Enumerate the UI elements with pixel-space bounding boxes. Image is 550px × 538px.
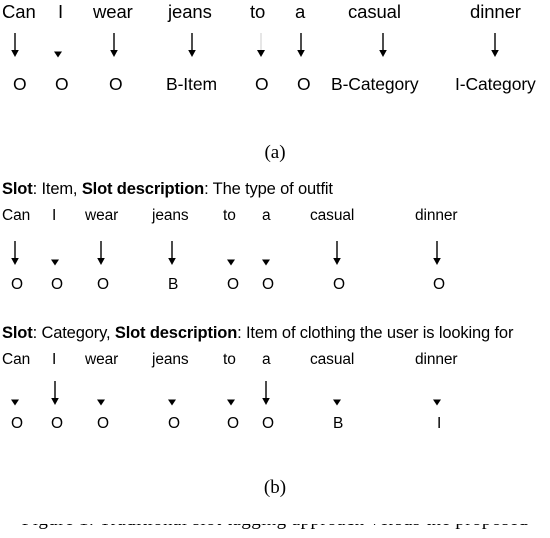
slot-tag: B [333,415,344,432]
down-arrow-icon [48,381,62,408]
slot-tag: O [55,74,69,94]
slot-tag: B [168,276,179,293]
down-arrow-icon [185,33,199,60]
arrowhead-icon [430,398,444,408]
slot-tag: O [333,276,345,293]
arrowhead-icon [8,398,22,408]
utterance-token: jeans [168,1,212,22]
utterance-token: Can [2,351,31,368]
header-key: Slot description [114,324,238,342]
slot-tag: I-Category [455,74,536,94]
arrowhead-icon [330,398,344,408]
utterance-token: a [295,1,306,22]
down-arrow-icon [430,241,444,268]
cutoff-caption-text: Figure 1: Traditional slot tagging appro… [22,524,528,529]
slot-tag: O [97,415,109,432]
utterance-token: casual [310,207,355,224]
utterance-token: I [58,1,64,22]
utterance-token: jeans [152,207,189,224]
utterance-token: Can [2,1,36,22]
slot-tag: O [262,415,274,432]
down-arrow-icon [488,33,502,60]
down-arrow-icon [330,241,344,268]
header-value: : Item, [32,180,82,198]
arrowhead-icon [224,258,238,268]
down-arrow-icon [294,33,308,60]
arrowhead-icon [165,398,179,408]
down-arrow-icon [259,381,273,408]
arrowhead-icon [51,50,65,60]
down-arrow-icon [8,33,22,60]
figure-root: Can Iwear jeans to a casual dinner O O O B-Item O O… [0,0,550,538]
slot-tag: B-Item [166,74,217,94]
slot-tag: O [168,415,180,432]
utterance-token: to [250,1,266,22]
faded-arrow-icon [254,33,268,60]
utterance-token: a [262,207,271,224]
slot-tag: B-Category [331,74,419,94]
down-arrow-icon [376,33,390,60]
utterance-token: to [223,207,236,224]
utterance-token: wear [85,207,119,224]
slot-description-header: Slot: Category, Slot description: Item o… [2,325,513,342]
down-arrow-icon [8,241,22,268]
header-key: Slot [2,180,33,198]
utterance-token: wear [85,351,119,368]
header-key: Slot description [81,180,205,198]
down-arrow-icon [165,241,179,268]
slot-tag: O [297,74,311,94]
utterance-token: to [223,351,236,368]
utterance-token: I [52,351,57,368]
utterance-token: casual [348,1,401,22]
arrowhead-icon [224,398,238,408]
arrowhead-icon [48,258,62,268]
slot-tag: O [97,276,109,293]
utterance-token: dinner [415,207,458,224]
slot-tag: O [109,74,123,94]
slot-tag: O [433,276,445,293]
panel-a-caption: (a) [264,142,286,163]
header-key: Slot [2,324,33,342]
slot-tag: O [51,276,63,293]
slot-description-header: Slot: Item, Slot description: The type o… [2,181,333,198]
utterance-token: jeans [152,351,189,368]
slot-tag: O [262,276,274,293]
slot-tag: O [13,74,27,94]
slot-tag: O [11,415,23,432]
header-value: : The type of outfit [204,180,333,198]
utterance-token: wear [93,1,133,22]
slot-tag: O [51,415,63,432]
slot-tag: O [227,276,239,293]
cutoff-caption-line: Figure 1: Traditional slot tagging appro… [0,524,550,530]
utterance-token: casual [310,351,355,368]
arrowhead-icon [94,398,108,408]
utterance-token: dinner [415,351,458,368]
arrowhead-icon [259,258,273,268]
utterance-token: a [262,351,271,368]
slot-tag: O [255,74,269,94]
down-arrow-icon [94,241,108,268]
slot-tag: O [11,276,23,293]
header-value: : Category, [32,324,115,342]
slot-tag: O [227,415,239,432]
panel-b-caption: (b) [263,477,287,498]
down-arrow-icon [107,33,121,60]
utterance-token: dinner [470,1,521,22]
utterance-token: Can [2,207,31,224]
header-value: : Item of clothing the user is looking f… [237,324,514,342]
utterance-token: I [52,207,57,224]
slot-tag: I [437,415,442,432]
